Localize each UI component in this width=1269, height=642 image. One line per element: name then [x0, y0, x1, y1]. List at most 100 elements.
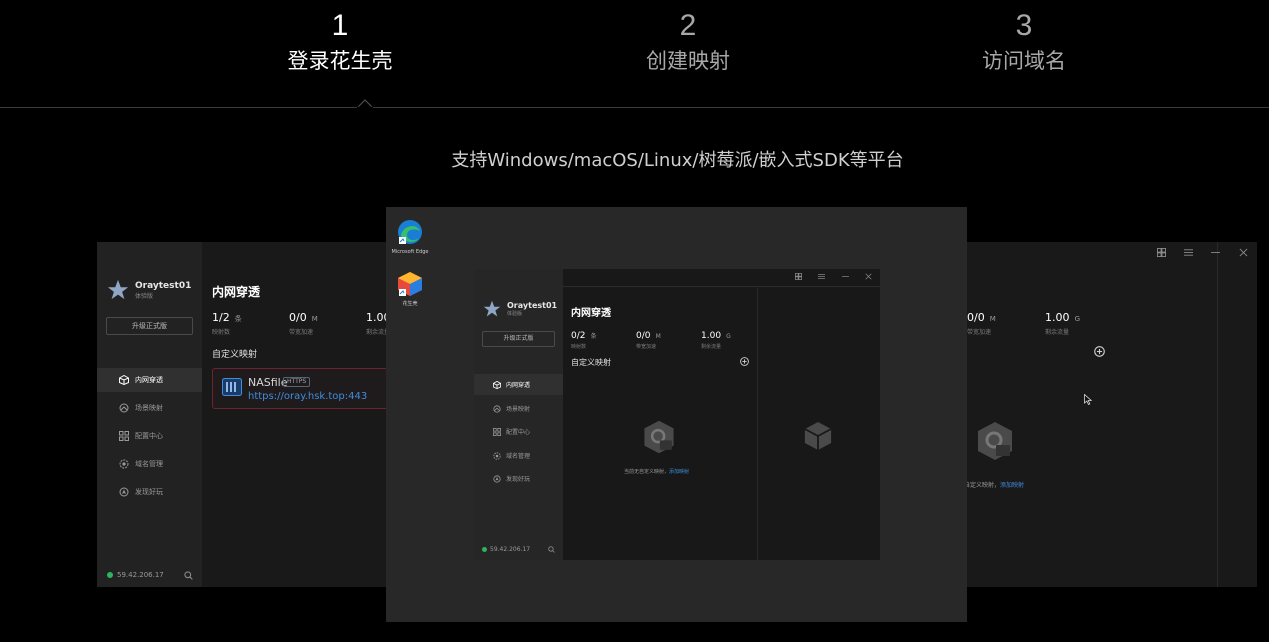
grid-icon [493, 427, 501, 436]
add-mapping-icon[interactable] [740, 357, 749, 366]
desktop-icon-edge[interactable]: Microsoft Edge [386, 219, 434, 255]
sidebar-item-label: 发现好玩 [506, 476, 531, 483]
sidebar-item-label: 域名管理 [506, 453, 531, 460]
sidebar-item-label: 内网穿透 [506, 382, 531, 389]
main-content: 内网穿透 0/2 条 映射数 0/0 M 带宽加速 1.00 G 剩余流量 自定… [563, 269, 880, 560]
step-pointer-icon [357, 99, 373, 108]
close-icon[interactable] [865, 273, 872, 280]
pane-divider [1217, 242, 1218, 587]
menu-icon[interactable] [1184, 248, 1193, 257]
ip-status: 59.42.206.17 [482, 546, 530, 553]
oray-app-icon [398, 272, 422, 296]
close-icon[interactable] [1239, 248, 1248, 257]
menu-icon[interactable] [818, 273, 825, 280]
custom-mapping-title: 自定义映射 [571, 358, 611, 367]
domain-icon [119, 459, 129, 469]
user-tier: 体验版 [135, 292, 154, 300]
sidebar-item-scene[interactable]: 场景映射 [474, 398, 563, 419]
step-label: 登录花生壳 [287, 49, 393, 73]
search-icon[interactable] [548, 546, 555, 553]
sidebar-item-domain[interactable]: 域名管理 [474, 445, 563, 466]
search-icon[interactable] [184, 571, 193, 580]
steps-header: 1 登录花生壳 2 创建映射 3 访问域名 [0, 0, 1269, 110]
step-login[interactable]: 1 登录花生壳 [240, 8, 440, 76]
layout-icon[interactable] [1157, 248, 1166, 257]
grid-icon [119, 431, 129, 441]
step-create-mapping[interactable]: 2 创建映射 [588, 8, 788, 76]
sidebar-item-tunnel[interactable]: 内网穿透 [97, 368, 202, 392]
sidebar-item-label: 域名管理 [135, 460, 163, 468]
user-profile[interactable]: Oraytest01 体验版 [107, 279, 191, 301]
sidebar-item-discover[interactable]: 发现好玩 [97, 480, 202, 504]
custom-mapping-title: 自定义映射 [212, 350, 258, 360]
scene-icon [493, 404, 501, 413]
ip-address: 59.42.206.17 [117, 571, 164, 579]
discover-icon [119, 487, 129, 497]
sidebar: Oraytest01 体验版 升级正式版 内网穿透 场景映射 配置中心 域名管理… [474, 269, 563, 560]
cube-placeholder-icon [804, 422, 832, 450]
username: Oraytest01 [507, 301, 558, 310]
scene-icon [119, 403, 129, 413]
platform-subtitle: 支持Windows/macOS/Linux/树莓派/嵌入式SDK等平台 [451, 150, 904, 171]
stat-unit: M [311, 315, 318, 323]
desktop-icon-oray[interactable]: 花生壳 [386, 271, 434, 307]
discover-icon [493, 474, 501, 483]
section-title: 内网穿透 [571, 308, 611, 319]
sidebar-item-tunnel[interactable]: 内网穿透 [474, 374, 563, 395]
stat-label: 带宽加速 [636, 344, 657, 350]
stat-label: 映射数 [212, 329, 231, 336]
stat-unit: 条 [590, 333, 597, 340]
cube-icon [493, 380, 501, 389]
app-window-small: Oraytest01 体验版 升级正式版 内网穿透 场景映射 配置中心 域名管理… [474, 269, 880, 560]
stat-bandwidth: 0/0 M 带宽加速 [289, 306, 318, 336]
upgrade-button[interactable]: 升级正式版 [482, 331, 555, 347]
upgrade-button[interactable]: 升级正式版 [106, 317, 193, 335]
stat-value: 1/2 [212, 311, 230, 324]
sidebar-item-label: 场景映射 [506, 406, 531, 413]
nas-icon [222, 378, 242, 396]
minimize-icon[interactable] [842, 273, 849, 280]
minimize-icon[interactable] [1211, 248, 1220, 257]
empty-state-icon [644, 420, 674, 454]
sidebar-item-label: 配置中心 [506, 429, 531, 436]
sidebar-item-discover[interactable]: 发现好玩 [474, 468, 563, 489]
layout-icon[interactable] [795, 273, 802, 280]
stat-unit: 条 [234, 315, 242, 323]
stat-unit: M [989, 315, 996, 323]
user-profile[interactable]: Oraytest01 体验版 [483, 300, 557, 318]
add-mapping-link[interactable]: 添加映射 [669, 469, 689, 475]
sidebar-item-label: 场景映射 [135, 404, 163, 412]
stat-value: 0/0 [289, 311, 307, 324]
sidebar-item-scene[interactable]: 场景映射 [97, 396, 202, 420]
step-number: 3 [1015, 9, 1033, 42]
add-mapping-link[interactable]: 添加映射 [1000, 482, 1024, 489]
sidebar-item-config[interactable]: 配置中心 [97, 424, 202, 448]
online-dot-icon [107, 572, 113, 578]
edge-browser-icon [398, 220, 422, 244]
stat-label: 剩余流量 [701, 344, 722, 350]
mouse-cursor-icon [1084, 394, 1092, 405]
sidebar-item-domain[interactable]: 域名管理 [97, 452, 202, 476]
mapping-url[interactable]: https://oray.hsk.top:443 [248, 391, 367, 402]
sidebar: Oraytest01 体验版 升级正式版 内网穿透 场景映射 配置中心 域名管理… [97, 242, 202, 587]
stat-mappings: 1/2 条 映射数 [212, 306, 242, 336]
stat-value: 0/0 [636, 331, 651, 341]
stat-value: 1.00 [1045, 311, 1070, 324]
desktop-icon-label: Microsoft Edge [391, 249, 429, 255]
sidebar-item-config[interactable]: 配置中心 [474, 421, 563, 442]
stat-value: 1.00 [701, 331, 722, 341]
cube-icon [119, 375, 129, 385]
stat-value: 0/0 [967, 311, 985, 324]
online-dot-icon [482, 547, 487, 552]
empty-state-icon [978, 422, 1012, 460]
user-tier: 体验版 [507, 311, 523, 317]
sidebar-item-label: 发现好玩 [135, 488, 163, 496]
step-visit-domain[interactable]: 3 访问域名 [924, 8, 1124, 76]
desktop-icon-label: 花生壳 [402, 301, 418, 307]
add-mapping-icon[interactable] [1094, 346, 1105, 357]
ip-address: 59.42.206.17 [490, 546, 531, 553]
step-number: 1 [331, 9, 349, 42]
step-label: 访问域名 [982, 49, 1066, 73]
ip-status: 59.42.206.17 [107, 571, 164, 579]
stat-unit: G [1074, 315, 1081, 323]
